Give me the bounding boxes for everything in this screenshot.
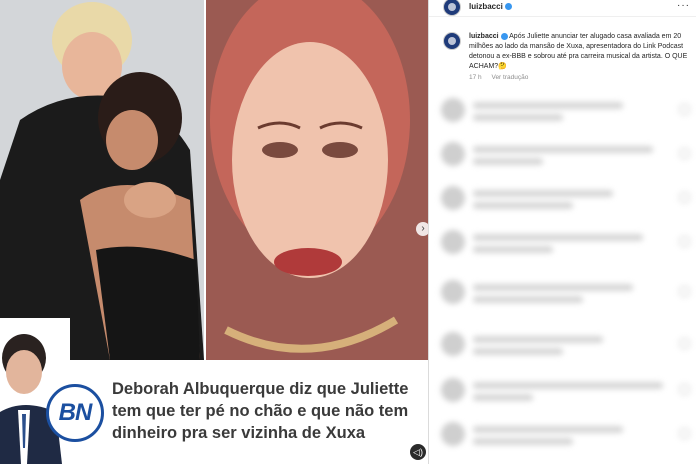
mute-icon[interactable]: ◁) bbox=[410, 444, 426, 460]
photo-portrait-illustration bbox=[206, 0, 428, 360]
photo-portrait bbox=[206, 0, 428, 360]
bn-logo-text: BN bbox=[58, 399, 93, 426]
next-slide-chevron-icon[interactable]: › bbox=[416, 222, 428, 236]
comment-item bbox=[441, 142, 691, 172]
comment-item bbox=[441, 332, 691, 362]
comment-item bbox=[441, 98, 691, 128]
header-username[interactable]: luizbacci bbox=[469, 2, 512, 11]
comment-item bbox=[441, 280, 691, 310]
verified-badge-icon bbox=[504, 3, 512, 11]
bn-logo: BN bbox=[46, 384, 104, 442]
caption-meta: 17 h Ver tradução bbox=[469, 74, 536, 81]
header-username-text: luizbacci bbox=[469, 2, 503, 11]
caption-verified-badge-icon bbox=[500, 32, 508, 40]
comment-item bbox=[441, 378, 691, 408]
more-options-icon[interactable]: ··· bbox=[677, 0, 690, 11]
photo-hug bbox=[0, 0, 204, 360]
blurred-comments bbox=[429, 92, 696, 464]
caption-username[interactable]: luizbacci bbox=[469, 33, 499, 40]
caption-avatar[interactable] bbox=[443, 32, 461, 50]
author-avatar[interactable] bbox=[443, 0, 461, 16]
post-media[interactable]: › BN Deborah Albuquerque diz que Juliett… bbox=[0, 0, 428, 464]
comment-item bbox=[441, 186, 691, 216]
instagram-panel: luizbacci ··· luizbacci Após Juliette an… bbox=[428, 0, 696, 464]
post-time: 17 h bbox=[469, 74, 482, 81]
post-caption: luizbacci Após Juliette anunciar ter alu… bbox=[469, 32, 691, 72]
comment-item bbox=[441, 230, 691, 260]
post-header: luizbacci ··· bbox=[429, 0, 696, 17]
comment-item bbox=[441, 422, 691, 452]
news-headline: Deborah Albuquerque diz que Juliette tem… bbox=[112, 380, 409, 442]
photo-hug-illustration bbox=[0, 0, 204, 360]
translate-link[interactable]: Ver tradução bbox=[491, 74, 528, 81]
